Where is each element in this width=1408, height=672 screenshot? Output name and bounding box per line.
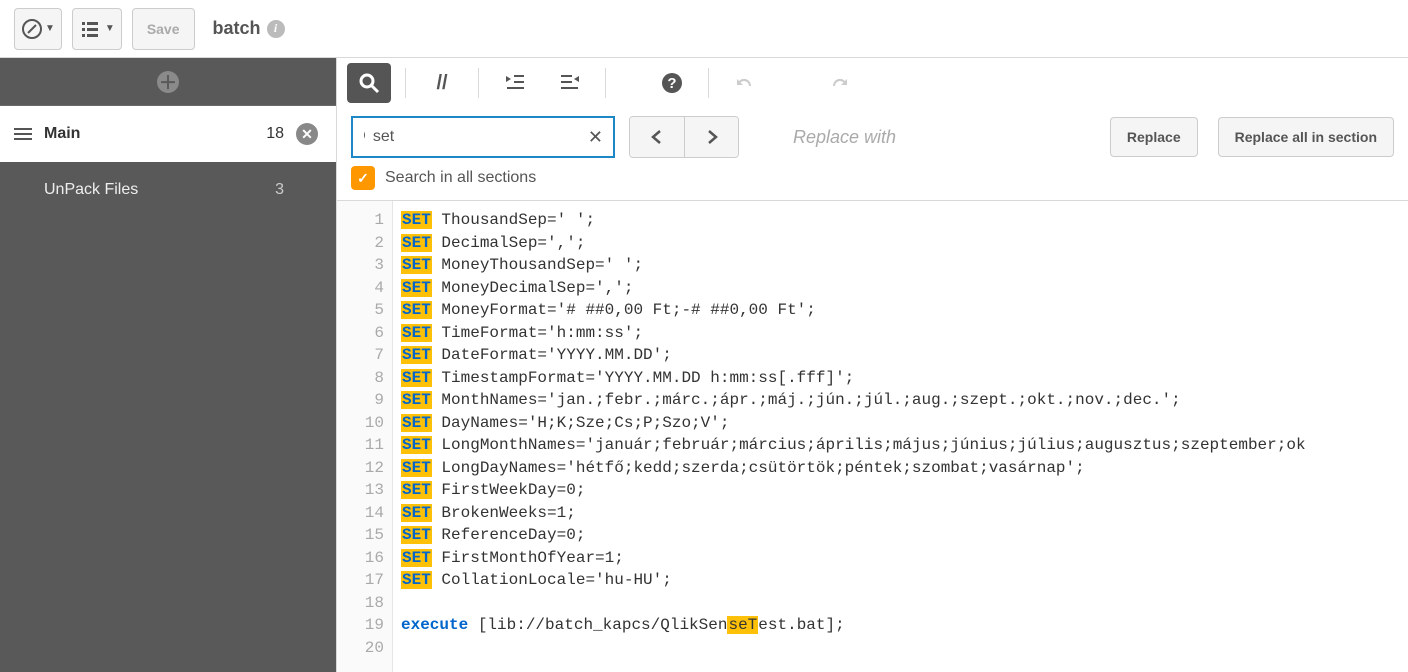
chevron-right-icon	[705, 130, 719, 144]
top-toolbar: ▼ ▼ Save batch i	[0, 0, 1408, 58]
drag-handle-icon[interactable]	[14, 128, 32, 140]
chevron-left-icon	[650, 130, 664, 144]
editor-area: // ?	[336, 58, 1408, 672]
indent-button[interactable]	[493, 63, 537, 103]
search-input[interactable]	[373, 128, 580, 146]
clear-search-button[interactable]: ✕	[588, 127, 603, 148]
sections-panel: ＋ Main 18 ✕ UnPack Files 3	[0, 58, 336, 672]
section-label: Main	[44, 125, 260, 143]
save-button[interactable]: Save	[132, 8, 195, 50]
search-all-sections-checkbox[interactable]: ✓	[351, 166, 375, 190]
view-menu[interactable]: ▼	[72, 8, 122, 50]
search-toggle-button[interactable]	[347, 63, 391, 103]
title-text: batch	[213, 18, 261, 39]
indent-icon	[504, 73, 526, 93]
close-icon[interactable]: ✕	[296, 123, 318, 145]
section-item-unpack[interactable]: UnPack Files 3	[0, 162, 336, 218]
search-options: ✓ Search in all sections	[337, 166, 1408, 201]
replace-button[interactable]: Replace	[1110, 117, 1198, 157]
replace-input[interactable]: Replace with	[793, 117, 1090, 157]
outdent-icon	[558, 73, 580, 93]
list-icon	[79, 18, 101, 40]
code-editor[interactable]: 1234567891011121314151617181920 SET Thou…	[337, 201, 1408, 672]
editor-toolbar: // ?	[337, 58, 1408, 108]
next-match-button[interactable]	[684, 117, 738, 157]
add-section-button[interactable]: ＋	[157, 71, 179, 93]
outdent-button[interactable]	[547, 63, 591, 103]
chevron-down-icon: ▼	[45, 23, 55, 34]
navigation-menu[interactable]: ▼	[14, 8, 62, 50]
search-row: ✕ Replace with Replace Replace all in se…	[337, 108, 1408, 166]
section-match-count: 18	[260, 125, 284, 143]
code-content[interactable]: SET ThousandSep=' ';SET DecimalSep=',';S…	[393, 201, 1408, 672]
prev-match-button[interactable]	[630, 117, 684, 157]
help-icon: ?	[661, 72, 683, 94]
undo-button[interactable]	[723, 63, 767, 103]
search-nav	[629, 116, 739, 158]
option-label: Search in all sections	[385, 169, 536, 187]
search-icon	[358, 72, 380, 94]
comment-button[interactable]: //	[420, 63, 464, 103]
info-icon[interactable]: i	[267, 20, 285, 38]
redo-button[interactable]	[817, 63, 861, 103]
search-icon	[363, 128, 365, 146]
compass-icon	[21, 18, 43, 40]
undo-icon	[734, 72, 756, 94]
svg-text:?: ?	[667, 75, 676, 92]
chevron-down-icon: ▼	[105, 23, 115, 34]
app-title: batch i	[213, 18, 285, 39]
section-label: UnPack Files	[44, 181, 260, 199]
comment-icon: //	[436, 72, 447, 95]
search-box: ✕	[351, 116, 615, 158]
line-gutter: 1234567891011121314151617181920	[337, 201, 393, 672]
section-match-count: 3	[260, 181, 284, 199]
main: ＋ Main 18 ✕ UnPack Files 3 //	[0, 58, 1408, 672]
section-item-main[interactable]: Main 18 ✕	[0, 106, 336, 162]
redo-icon	[828, 72, 850, 94]
help-button[interactable]: ?	[650, 63, 694, 103]
sections-header: ＋	[0, 58, 336, 106]
replace-all-button[interactable]: Replace all in section	[1218, 117, 1394, 157]
